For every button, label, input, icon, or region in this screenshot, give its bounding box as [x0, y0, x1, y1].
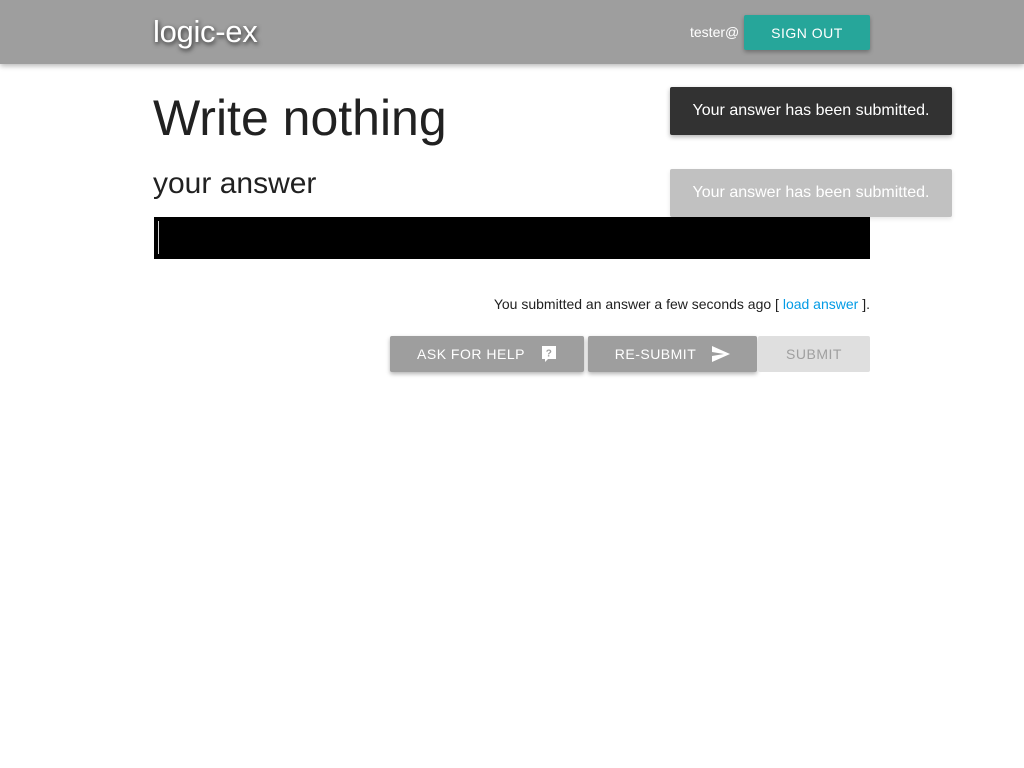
help-question-icon: ?	[541, 345, 557, 363]
re-submit-label: Re-submit	[614, 346, 697, 362]
submit-button[interactable]: Submit	[758, 336, 870, 372]
ask-for-help-button[interactable]: Ask for help ?	[390, 336, 584, 372]
toast-notification: Your answer has been submitted.	[670, 87, 952, 135]
re-submit-button[interactable]: Re-submit	[588, 336, 757, 372]
ask-for-help-label: Ask for help	[417, 346, 525, 362]
status-text-end: ].	[862, 296, 870, 312]
sign-out-button[interactable]: Sign out	[744, 15, 870, 50]
toast-notification-fading: Your answer has been submitted.	[670, 169, 952, 217]
send-icon	[712, 346, 731, 362]
submission-status: You submitted an answer a few seconds ag…	[494, 295, 870, 313]
top-navbar: logic-ex tester@ Sign out	[0, 0, 1024, 64]
svg-text:?: ?	[546, 349, 553, 360]
answer-heading: your answer	[153, 167, 317, 200]
status-text: You submitted an answer a few seconds ag…	[493, 296, 779, 312]
text-cursor	[158, 221, 159, 254]
brand-logo[interactable]: logic-ex	[153, 13, 258, 51]
page-title: Write nothing	[153, 90, 447, 146]
load-answer-link[interactable]: load answer	[783, 296, 859, 312]
answer-editor[interactable]	[154, 217, 870, 259]
user-email: tester@	[690, 24, 740, 40]
